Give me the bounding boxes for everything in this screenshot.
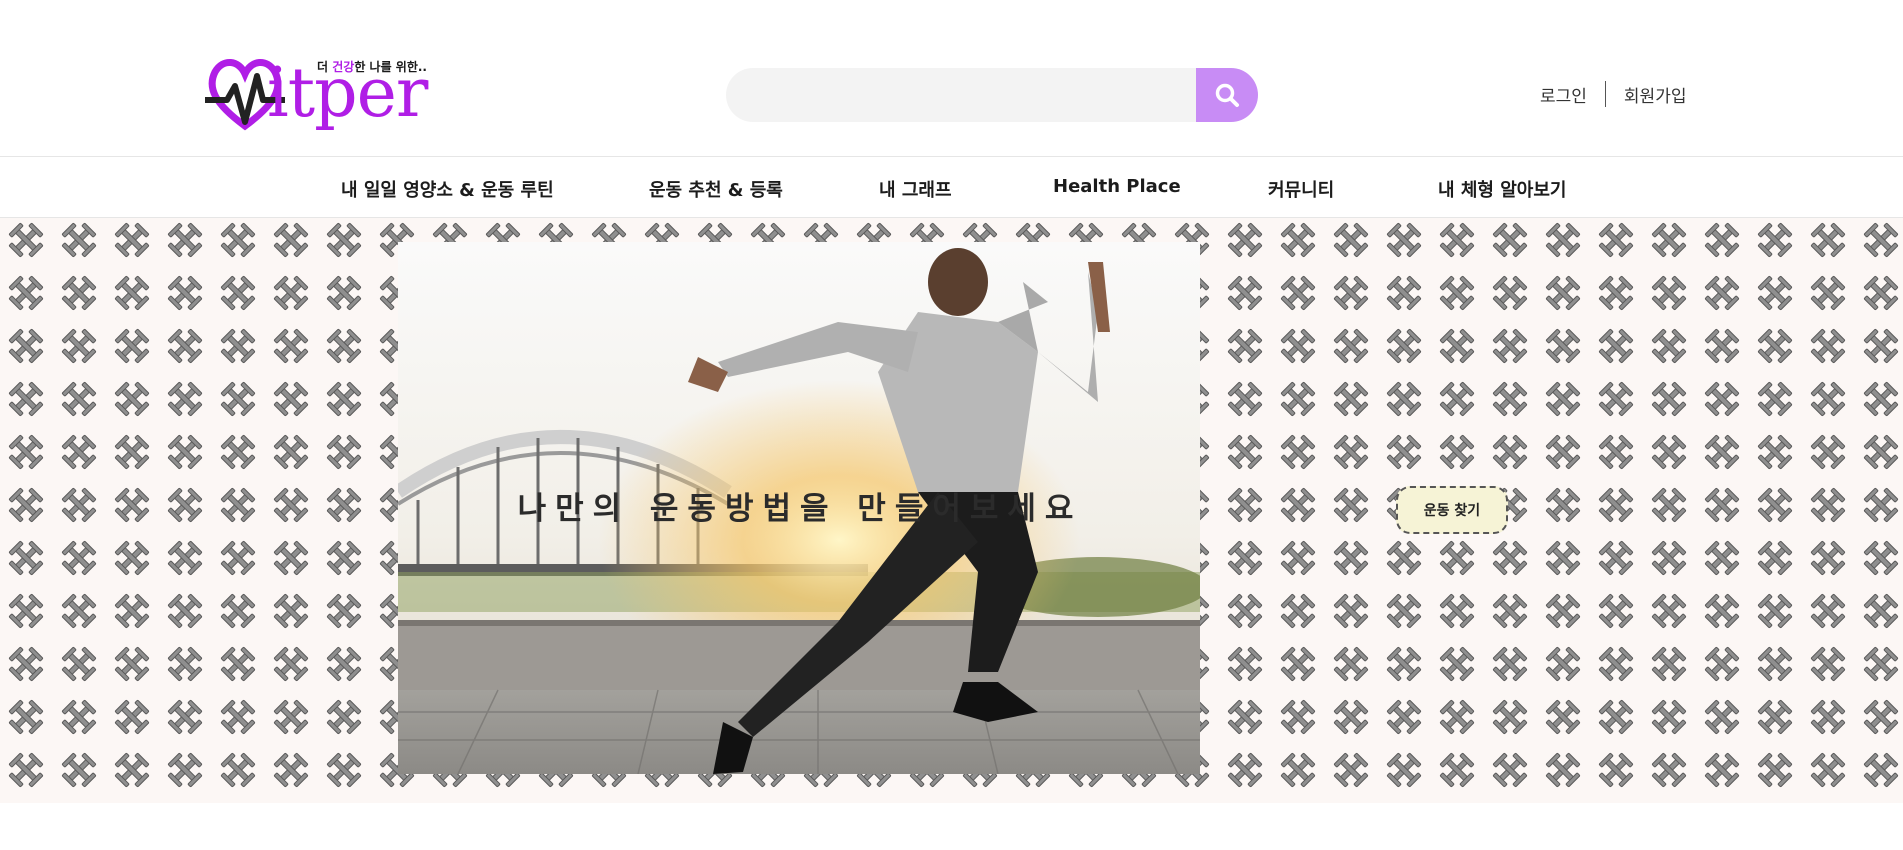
nav-item-community[interactable]: 커뮤니티 — [1268, 176, 1334, 202]
nav-item-my-graph[interactable]: 내 그래프 — [879, 176, 952, 202]
signup-link[interactable]: 회원가입 — [1624, 82, 1687, 107]
search-bar — [726, 68, 1258, 122]
login-link[interactable]: 로그인 — [1540, 82, 1587, 107]
search-input[interactable] — [726, 68, 1196, 122]
main-nav: 내 일일 영양소 & 운동 루틴 운동 추천 & 등록 내 그래프 Health… — [0, 156, 1903, 218]
nav-item-body-type[interactable]: 내 체형 알아보기 — [1438, 176, 1566, 202]
search-button[interactable] — [1196, 68, 1258, 122]
nav-item-health-place[interactable]: Health Place — [1053, 176, 1181, 197]
nav-item-nutrition-routine[interactable]: 내 일일 영양소 & 운동 루틴 — [341, 176, 554, 202]
hero-banner: 나만의 운동방법을 만들어보세요 운동 찾기 — [0, 218, 1903, 803]
hero-headline: 나만의 운동방법을 만들어보세요 — [517, 491, 1083, 527]
divider — [1604, 81, 1606, 107]
search-icon — [1215, 83, 1239, 107]
find-exercise-button[interactable]: 운동 찾기 — [1396, 486, 1508, 534]
fitper-logo[interactable]: itper 더 건강한 나를 위한.. — [205, 52, 440, 132]
auth-links: 로그인 회원가입 — [1540, 80, 1686, 108]
nav-item-exercise-recommend[interactable]: 운동 추천 & 등록 — [649, 176, 783, 202]
logo-tagline: 더 건강한 나를 위한.. — [317, 60, 427, 74]
site-header: itper 더 건강한 나를 위한.. 로그인 회원가입 — [0, 0, 1903, 156]
